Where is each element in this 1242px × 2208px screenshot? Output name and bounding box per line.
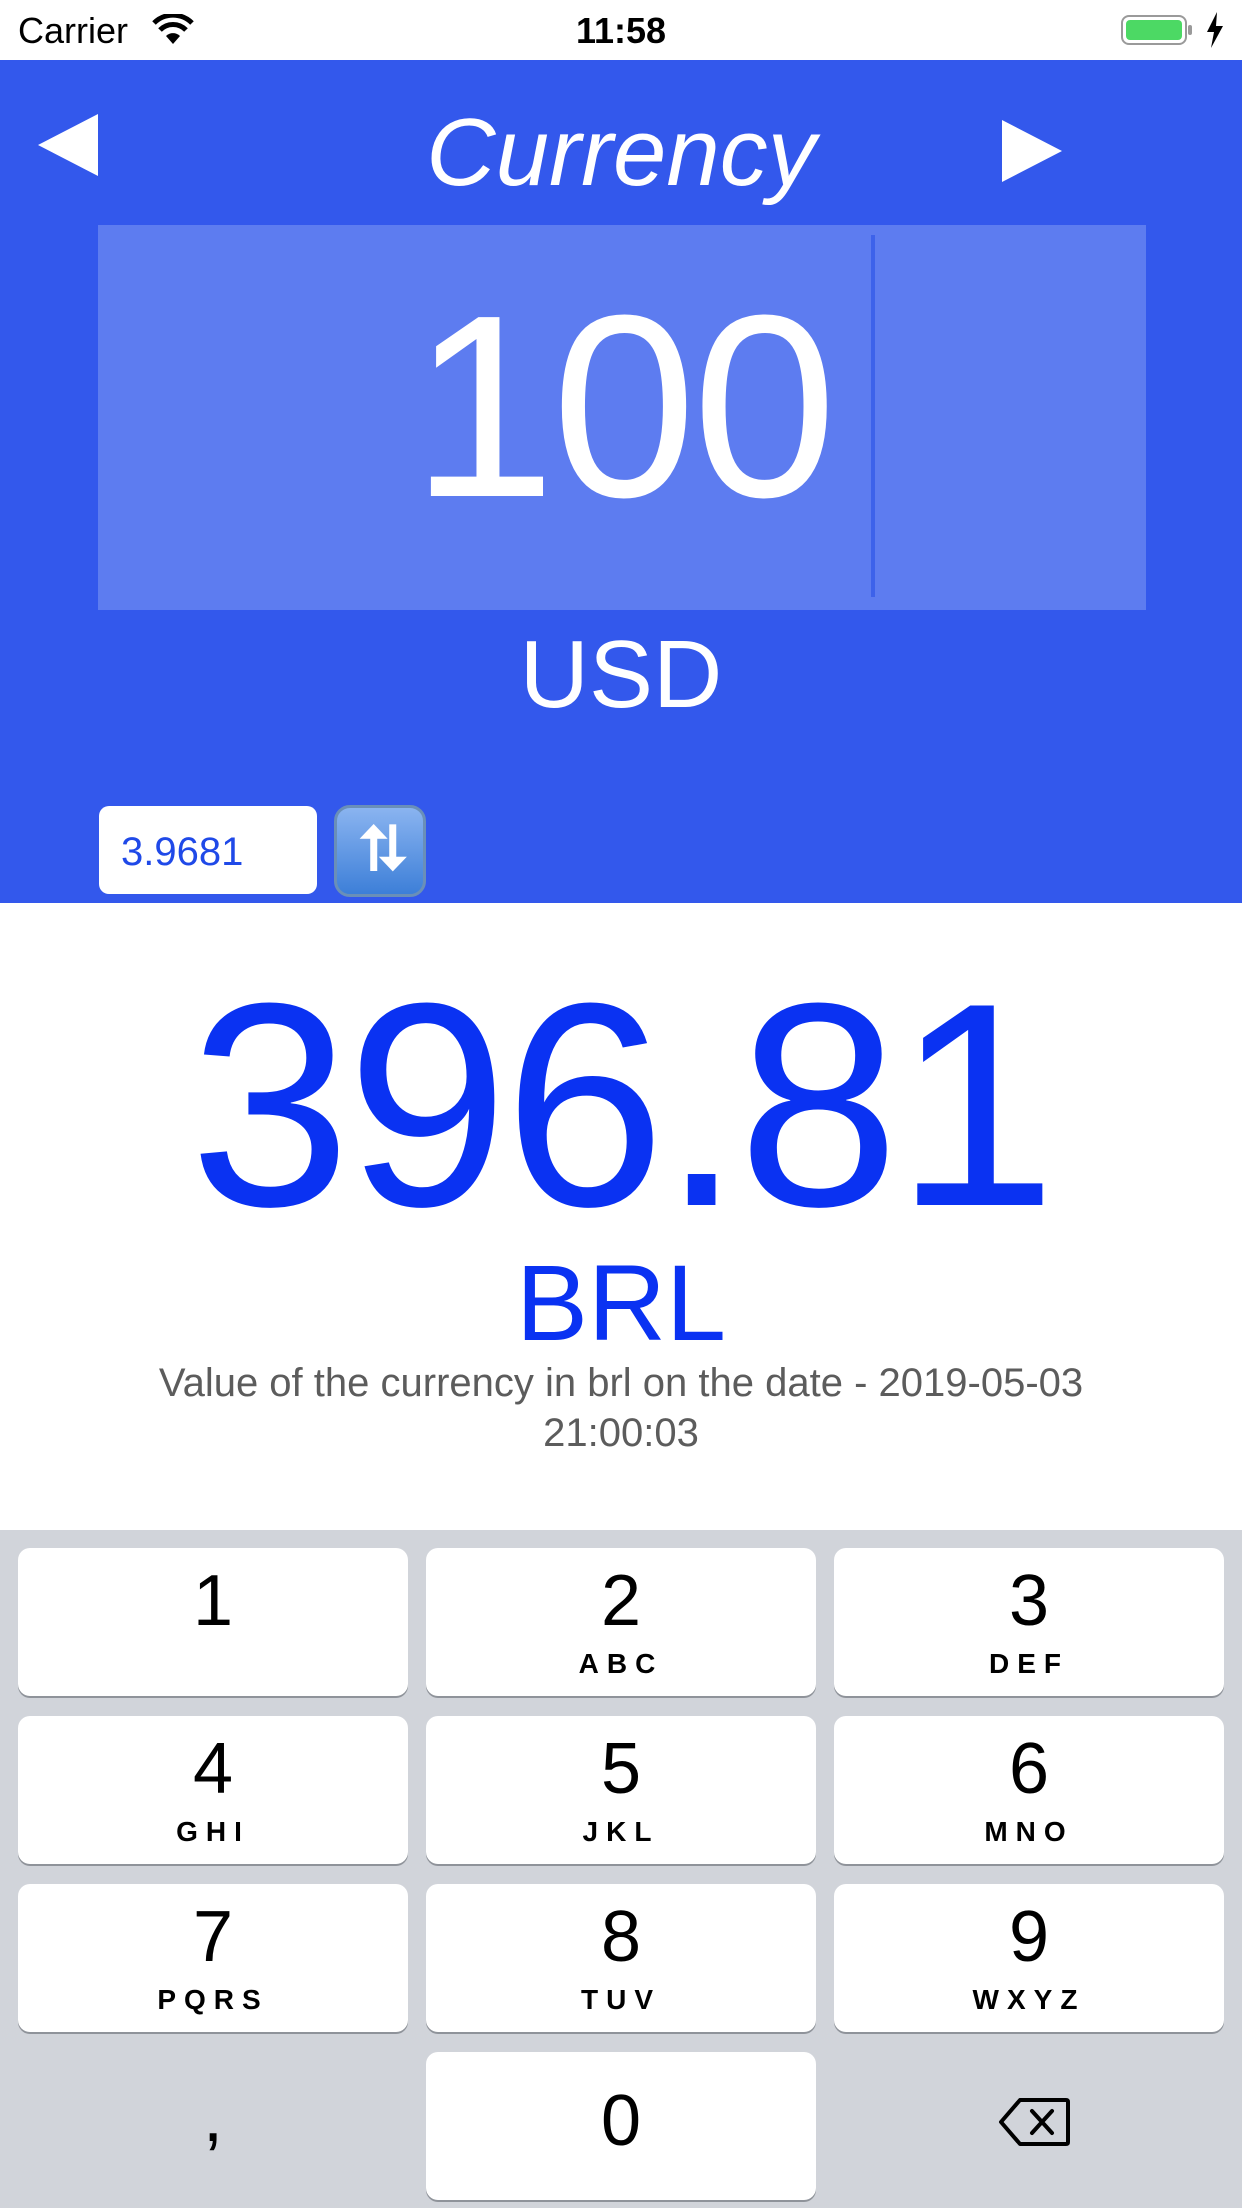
key-letters: TUV [581, 1984, 661, 2015]
source-currency-label[interactable]: USD [0, 620, 1242, 730]
text-caret [871, 235, 875, 597]
rate-date-note: Value of the currency in brl on the date… [158, 1361, 1084, 1455]
converted-amount: 396.81 [189, 943, 1057, 1267]
key-digit: 9 [1008, 1897, 1050, 1977]
exchange-rate-value: 3.9681 [121, 830, 244, 874]
key-digit: 3 [1008, 1561, 1050, 1641]
swap-arrows-icon: ⮁ [355, 815, 405, 884]
key-letters: GHI [176, 1816, 250, 1847]
key-comma[interactable]: , [18, 2052, 408, 2200]
status-bar: Carrier 11:58 [0, 0, 1242, 60]
key-8[interactable]: 8 TUV [426, 1884, 816, 2032]
target-currency-label[interactable]: BRL [0, 1240, 1242, 1365]
key-7[interactable]: 7 PQRS [18, 1884, 408, 2032]
converter-header: Currency 100 USD 3.9681 ⮁ [0, 60, 1242, 903]
numeric-keypad: 1 2 ABC 3 DEF 4 GHI 5 JKL 6 MNO 7 PQRS 8… [0, 1530, 1242, 2208]
key-digit: , [202, 2077, 223, 2157]
status-time: 11:58 [575, 10, 667, 51]
key-digit: 7 [192, 1897, 234, 1977]
key-digit: 2 [600, 1561, 642, 1641]
key-digit: 6 [1008, 1729, 1050, 1809]
key-digit: 4 [192, 1729, 234, 1809]
exchange-rate-field[interactable]: 3.9681 [99, 806, 317, 894]
key-4[interactable]: 4 GHI [18, 1716, 408, 1864]
key-digit: 0 [600, 2081, 642, 2161]
key-0[interactable]: 0 [426, 2052, 816, 2200]
battery-icon [1121, 15, 1192, 45]
key-digit: 8 [600, 1897, 642, 1977]
swap-currencies-button[interactable]: ⮁ [334, 805, 426, 897]
key-3[interactable]: 3 DEF [834, 1548, 1224, 1696]
key-5[interactable]: 5 JKL [426, 1716, 816, 1864]
amount-input[interactable]: 100 [98, 225, 1146, 610]
amount-value: 100 [411, 262, 837, 552]
key-6[interactable]: 6 MNO [834, 1716, 1224, 1864]
triangle-right-icon[interactable] [1000, 118, 1064, 184]
charging-icon [1207, 12, 1223, 48]
key-letters: MNO [984, 1816, 1074, 1847]
backspace-icon[interactable] [998, 2097, 1070, 2147]
key-1[interactable]: 1 [18, 1548, 408, 1696]
key-letters: DEF [989, 1648, 1069, 1679]
key-digit: 5 [600, 1729, 642, 1809]
key-letters: PQRS [157, 1984, 269, 2015]
key-digit: 1 [192, 1561, 234, 1641]
key-9[interactable]: 9 WXYZ [834, 1884, 1224, 2032]
key-letters: WXYZ [972, 1984, 1086, 2015]
key-letters: ABC [578, 1648, 664, 1679]
key-2[interactable]: 2 ABC [426, 1548, 816, 1696]
key-letters: JKL [582, 1816, 660, 1847]
